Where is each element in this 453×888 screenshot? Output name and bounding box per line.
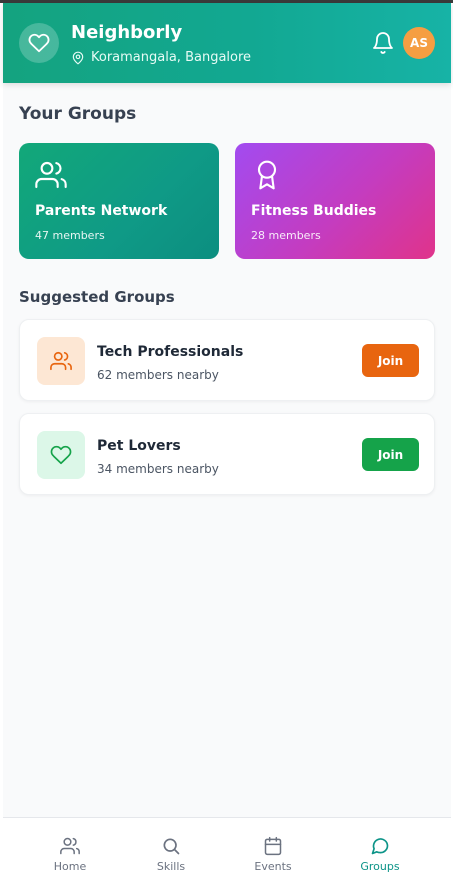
users-icon [35, 161, 67, 189]
app-screen: Neighborly Koramangala, Bangalore AS You… [3, 3, 451, 888]
search-icon [163, 838, 180, 855]
nav-label: Home [53, 860, 87, 873]
suggested-group-meta: 62 members nearby [97, 368, 219, 382]
group-card-parents-network[interactable]: Parents Network 47 members [19, 143, 219, 259]
your-groups-title: Your Groups [19, 104, 137, 124]
suggested-group-tech-professionals[interactable]: Tech Professionals 62 members nearby Joi… [19, 319, 435, 401]
nav-label: Skills [156, 860, 186, 873]
nav-item-home[interactable]: Home [30, 818, 110, 888]
users-icon [50, 351, 72, 371]
group-card-fitness-buddies[interactable]: Fitness Buddies 28 members [235, 143, 435, 259]
bottom-nav: Home Skills Events Groups [3, 817, 451, 888]
bell-icon[interactable] [371, 31, 395, 55]
group-icon-tile [37, 431, 85, 479]
group-name: Fitness Buddies [251, 203, 377, 219]
nav-label: Groups [360, 860, 400, 873]
award-icon [257, 160, 277, 190]
heart-icon [28, 33, 50, 53]
app-header: Neighborly Koramangala, Bangalore AS [3, 3, 451, 83]
join-button[interactable]: Join [362, 438, 419, 471]
group-name: Parents Network [35, 203, 168, 219]
app-title: Neighborly [71, 22, 183, 43]
group-icon-tile [37, 337, 85, 385]
suggested-group-name: Tech Professionals [97, 344, 244, 360]
avatar[interactable]: AS [403, 27, 435, 59]
chat-icon [371, 838, 389, 855]
join-button[interactable]: Join [362, 344, 419, 377]
location-selector[interactable]: Koramangala, Bangalore [71, 50, 251, 65]
heart-icon [50, 445, 72, 465]
suggested-group-meta: 34 members nearby [97, 462, 219, 476]
location-text: Koramangala, Bangalore [91, 50, 252, 65]
nav-label: Events [254, 860, 292, 873]
suggested-group-pet-lovers[interactable]: Pet Lovers 34 members nearby Join [19, 413, 435, 495]
group-member-count: 47 members [35, 229, 105, 242]
nav-item-groups[interactable]: Groups [340, 818, 420, 888]
group-member-count: 28 members [251, 229, 321, 242]
suggested-groups-title: Suggested Groups [19, 288, 175, 306]
nav-item-skills[interactable]: Skills [131, 818, 211, 888]
calendar-icon [264, 836, 282, 856]
map-pin-icon [72, 51, 84, 64]
nav-item-events[interactable]: Events [233, 818, 313, 888]
users-icon [60, 837, 80, 855]
suggested-group-name: Pet Lovers [97, 438, 181, 454]
app-logo[interactable] [19, 23, 59, 63]
